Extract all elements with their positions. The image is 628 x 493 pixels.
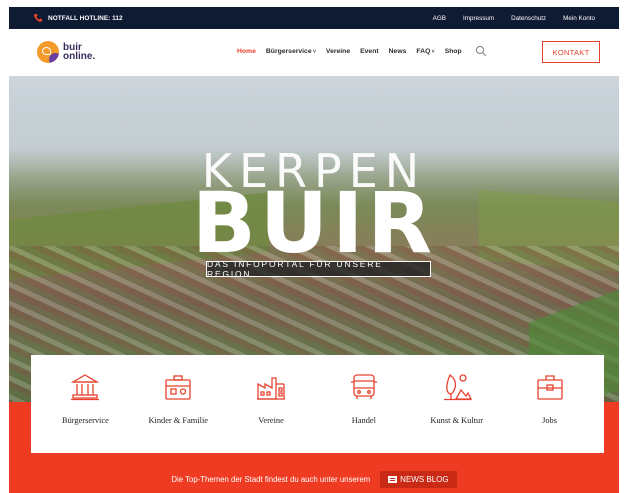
hotline: NOTFALL HOTLINE: 112 [33, 13, 123, 23]
nav-item-faq[interactable]: FAQ ˅ [416, 48, 434, 55]
header: buir online. Home Bürgerservice ˅ Verein… [9, 29, 619, 76]
category-handel[interactable]: Handel [319, 355, 409, 453]
main-nav: Home Bürgerservice ˅ Vereine Event News … [237, 48, 462, 55]
category-label: Kunst & Kultur [430, 416, 483, 425]
news-strip: Die Top-Themen der Stadt findest du auch… [9, 468, 619, 490]
news-strip-text: Die Top-Themen der Stadt findest du auch… [171, 474, 371, 484]
category-label: Handel [351, 416, 376, 425]
category-label: Vereine [258, 416, 284, 425]
category-kunst-kultur[interactable]: Kunst & Kultur [412, 355, 502, 453]
hotline-text: NOTFALL HOTLINE: 112 [48, 14, 123, 22]
category-label: Kinder & Familie [148, 416, 208, 425]
bus-icon [350, 374, 377, 399]
link-agb[interactable]: AGB [433, 15, 446, 22]
news-blog-label: NEWS BLOG [400, 474, 449, 484]
briefcase-icon [536, 375, 563, 400]
category-jobs[interactable]: Jobs [505, 355, 595, 453]
nav-item-vereine[interactable]: Vereine [326, 48, 350, 55]
nav-item-news[interactable]: News [389, 48, 407, 55]
category-label: Jobs [542, 416, 557, 425]
hero-tagline: DAS INFOPORTAL FÜR UNSERE REGION [206, 259, 431, 279]
news-blog-button[interactable]: NEWS BLOG [380, 470, 457, 488]
logo-icon [37, 41, 59, 63]
town-hall-icon [71, 374, 100, 401]
top-bar: NOTFALL HOTLINE: 112 AGB Impressum Daten… [9, 7, 619, 29]
category-label: Bürgerservice [61, 416, 109, 425]
hero-title-big: BUIR [191, 174, 437, 272]
chevron-down-icon: ˅ [430, 49, 435, 55]
art-icon [443, 374, 472, 401]
chevron-down-icon: ˅ [311, 49, 316, 55]
category-kinder-familie[interactable]: Kinder & Familie [133, 355, 223, 453]
category-box: Bürgerservice Kinder & Familie Vereine H… [31, 355, 604, 453]
search-icon[interactable] [475, 45, 487, 57]
nav-item-shop[interactable]: Shop [445, 48, 462, 55]
category-buergerservice[interactable]: Bürgerservice [40, 355, 130, 453]
nav-item-event[interactable]: Event [360, 48, 379, 55]
contact-button[interactable]: KONTAKT [542, 41, 600, 63]
nav-item-buergerservice[interactable]: Bürgerservice ˅ [266, 48, 316, 55]
top-links: AGB Impressum Datenschutz Mein Konto [433, 15, 595, 22]
logo[interactable]: buir online. [37, 41, 95, 63]
link-datenschutz[interactable]: Datenschutz [511, 15, 546, 22]
hero-banner: KERPEN BUIR DAS INFOPORTAL FÜR UNSERE RE… [9, 76, 619, 402]
building-icon [257, 377, 286, 400]
link-impressum[interactable]: Impressum [463, 15, 494, 22]
nav-item-home[interactable]: Home [237, 48, 256, 55]
category-vereine[interactable]: Vereine [226, 355, 316, 453]
link-mein-konto[interactable]: Mein Konto [563, 15, 595, 22]
phone-icon [34, 14, 42, 22]
toybox-icon [165, 375, 191, 400]
logo-text-line2: online. [63, 51, 96, 62]
newspaper-icon [388, 475, 398, 483]
